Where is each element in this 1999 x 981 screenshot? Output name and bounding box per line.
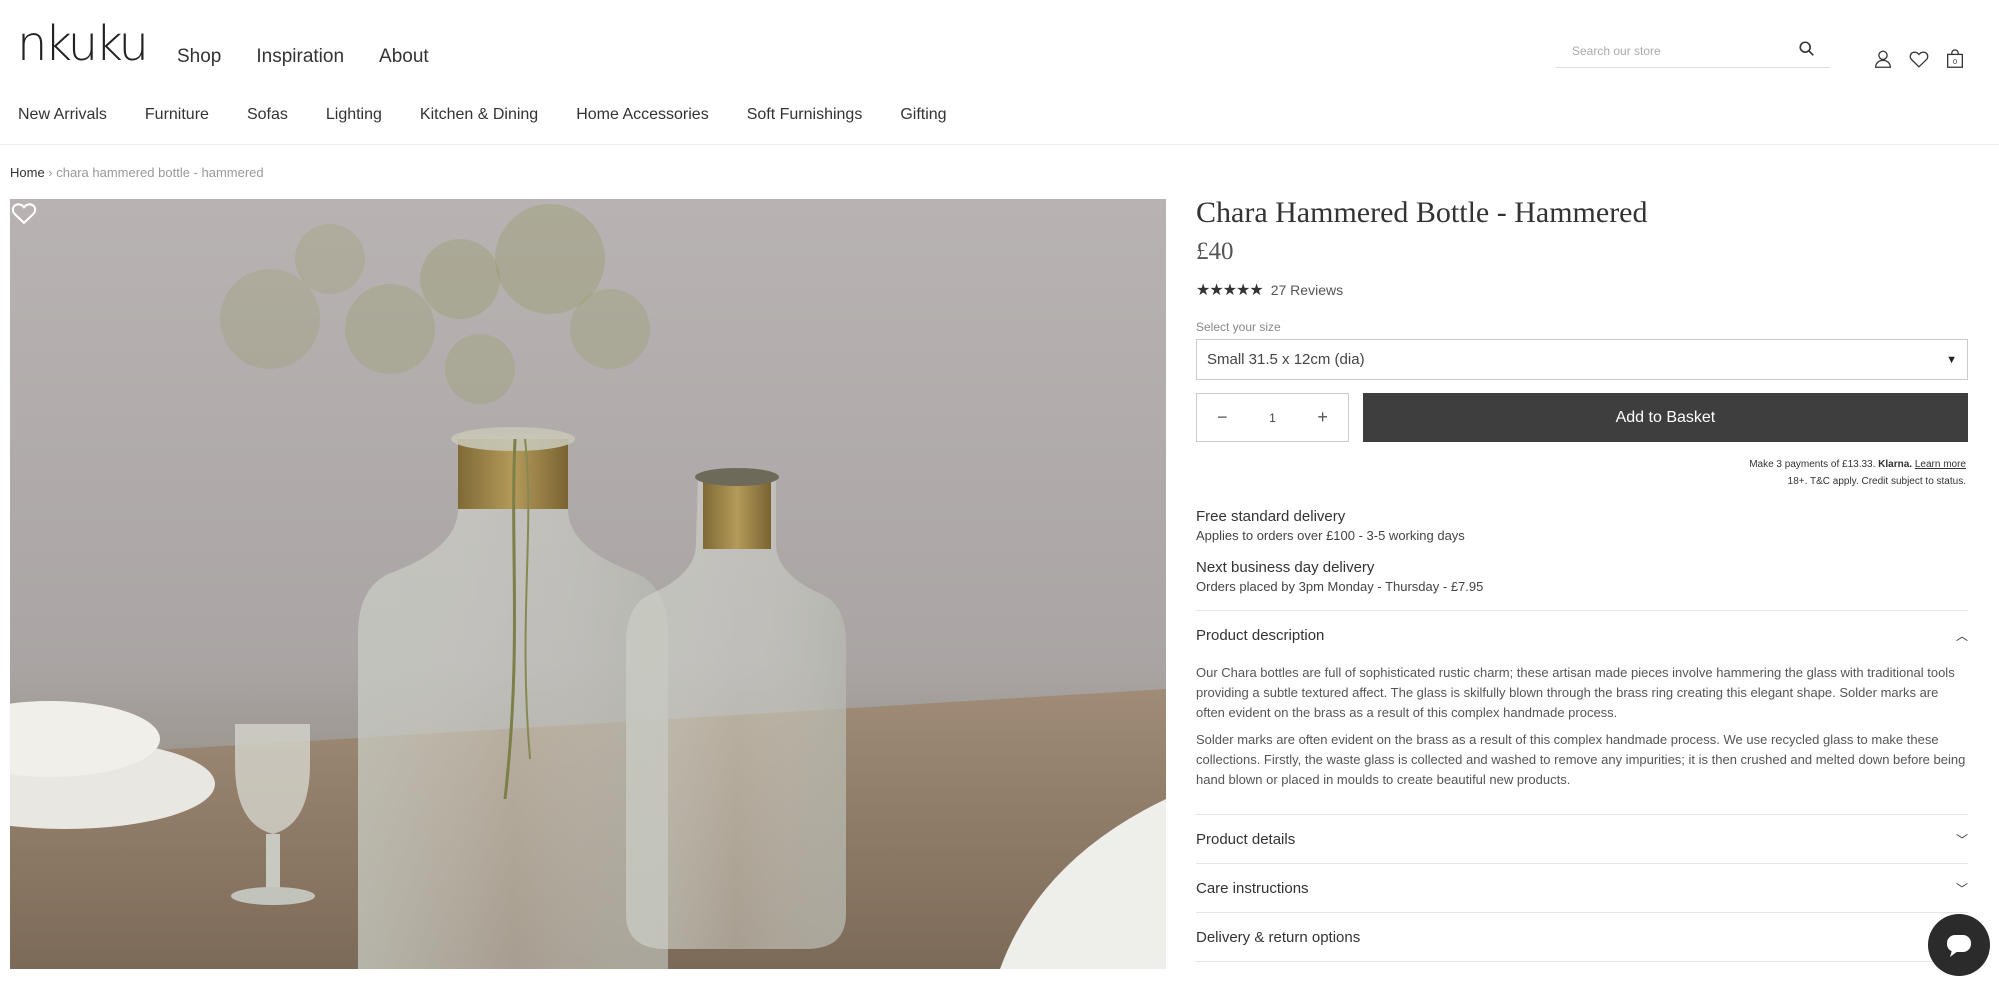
category-furniture[interactable]: Furniture <box>145 106 209 124</box>
quantity-value[interactable]: 1 <box>1269 411 1276 425</box>
accordion-care-title: Care instructions <box>1196 879 1309 897</box>
site-logo[interactable]: nkuku <box>17 20 149 68</box>
image-wishlist-heart-icon[interactable] <box>10 199 38 227</box>
accordion-product-description: Product description ︿ Our Chara bottles … <box>1196 611 1968 815</box>
chat-bubble-icon <box>1947 935 1971 957</box>
main-nav: Shop Inspiration About <box>177 46 429 68</box>
category-sofas[interactable]: Sofas <box>247 106 288 124</box>
accordion-product-details: Product details ﹀ <box>1196 815 1968 864</box>
search-box <box>1556 36 1830 68</box>
nav-inspiration[interactable]: Inspiration <box>256 46 344 68</box>
buy-row: − 1 + Add to Basket <box>1196 393 1968 442</box>
quantity-decrease-button[interactable]: − <box>1217 407 1228 428</box>
nav-shop[interactable]: Shop <box>177 46 221 68</box>
delivery-next-day: Next business day delivery Orders placed… <box>1196 559 1968 594</box>
quantity-increase-button[interactable]: + <box>1317 407 1328 428</box>
chevron-up-icon: ︿ <box>1955 628 1968 643</box>
dried-flowers <box>220 204 650 404</box>
reviews-link[interactable]: 27 Reviews <box>1271 282 1343 298</box>
category-lighting[interactable]: Lighting <box>326 106 382 124</box>
rating: ★★★★★ 27 Reviews <box>1196 280 1968 300</box>
search-icon[interactable] <box>1798 40 1816 58</box>
klarna-text: Make 3 payments of £13.33. <box>1749 459 1876 470</box>
accordion-care-instructions: Care instructions ﹀ <box>1196 864 1968 913</box>
search-input[interactable] <box>1572 40 1792 62</box>
size-selected-value: Small 31.5 x 12cm (dia) <box>1207 351 1365 368</box>
klarna-learn-more-link[interactable]: Learn more <box>1915 459 1966 470</box>
chat-button[interactable] <box>1928 914 1990 976</box>
quantity-stepper: − 1 + <box>1196 393 1349 442</box>
category-kitchen-dining[interactable]: Kitchen & Dining <box>420 106 538 124</box>
basket-icon[interactable]: 0 <box>1944 48 1966 70</box>
accordion-returns-header[interactable]: Delivery & return options <box>1196 913 1968 961</box>
size-label: Select your size <box>1196 320 1281 334</box>
chevron-down-icon: ﹀ <box>1955 832 1968 847</box>
add-to-basket-button[interactable]: Add to Basket <box>1362 393 1968 442</box>
klarna-brand: Klarna. <box>1878 459 1913 470</box>
category-home-accessories[interactable]: Home Accessories <box>576 106 709 124</box>
category-nav: New Arrivals Furniture Sofas Lighting Ki… <box>18 106 985 124</box>
delivery-next-day-title: Next business day delivery <box>1196 559 1375 576</box>
delivery-standard: Free standard delivery Applies to orders… <box>1196 508 1968 543</box>
description-paragraph-1: Our Chara bottles are full of sophistica… <box>1196 665 1955 720</box>
header-icons: 0 <box>1872 48 1966 70</box>
basket-count: 0 <box>1953 57 1957 66</box>
category-new-arrivals[interactable]: New Arrivals <box>18 106 107 124</box>
size-select[interactable]: Small 31.5 x 12cm (dia) ▼ <box>1196 339 1968 380</box>
site-header: nkuku Shop Inspiration About 0 New Arriv… <box>0 0 1999 145</box>
breadcrumb-home[interactable]: Home <box>10 165 45 180</box>
breadcrumb-current: chara hammered bottle - hammered <box>56 165 264 180</box>
description-paragraph-2: Solder marks are often evident on the br… <box>1196 732 1966 787</box>
accordion-delivery-returns: Delivery & return options <box>1196 913 1968 962</box>
star-rating-icon: ★★★★★ <box>1196 282 1264 299</box>
accordion-details-header[interactable]: Product details ﹀ <box>1196 815 1968 863</box>
klarna-message: Make 3 payments of £13.33. Klarna. Learn… <box>1196 456 1968 490</box>
accordion-description-title: Product description <box>1196 626 1325 644</box>
product-photo-illustration <box>10 204 1166 969</box>
delivery-standard-sub: Applies to orders over £100 - 3-5 workin… <box>1196 528 1465 543</box>
breadcrumb: Home › chara hammered bottle - hammered <box>10 165 264 180</box>
product-accordion: Product description ︿ Our Chara bottles … <box>1196 610 1968 962</box>
dropdown-caret-icon: ▼ <box>1946 353 1957 366</box>
breadcrumb-separator: › <box>44 165 57 180</box>
nav-about[interactable]: About <box>379 46 429 68</box>
delivery-next-day-sub: Orders placed by 3pm Monday - Thursday -… <box>1196 579 1484 594</box>
product-price: £40 <box>1196 238 1234 265</box>
accordion-description-header[interactable]: Product description ︿ <box>1196 611 1968 659</box>
short-bottle-brass-neck <box>703 477 771 549</box>
accordion-details-title: Product details <box>1196 830 1296 848</box>
product-title: Chara Hammered Bottle - Hammered <box>1196 196 1648 229</box>
product-image[interactable] <box>10 199 1166 969</box>
category-gifting[interactable]: Gifting <box>900 106 946 124</box>
chevron-down-icon: ﹀ <box>1955 881 1968 896</box>
product-info: Chara Hammered Bottle - Hammered £40 ★★★… <box>1196 196 1968 962</box>
account-icon[interactable] <box>1872 48 1894 70</box>
delivery-standard-title: Free standard delivery <box>1196 508 1346 525</box>
accordion-description-body: Our Chara bottles are full of sophistica… <box>1196 659 1968 814</box>
category-soft-furnishings[interactable]: Soft Furnishings <box>747 106 863 124</box>
wishlist-icon[interactable] <box>1908 48 1930 70</box>
klarna-terms: 18+. T&C apply. Credit subject to status… <box>1787 476 1966 487</box>
accordion-returns-title: Delivery & return options <box>1196 928 1361 946</box>
accordion-care-header[interactable]: Care instructions ﹀ <box>1196 864 1968 912</box>
